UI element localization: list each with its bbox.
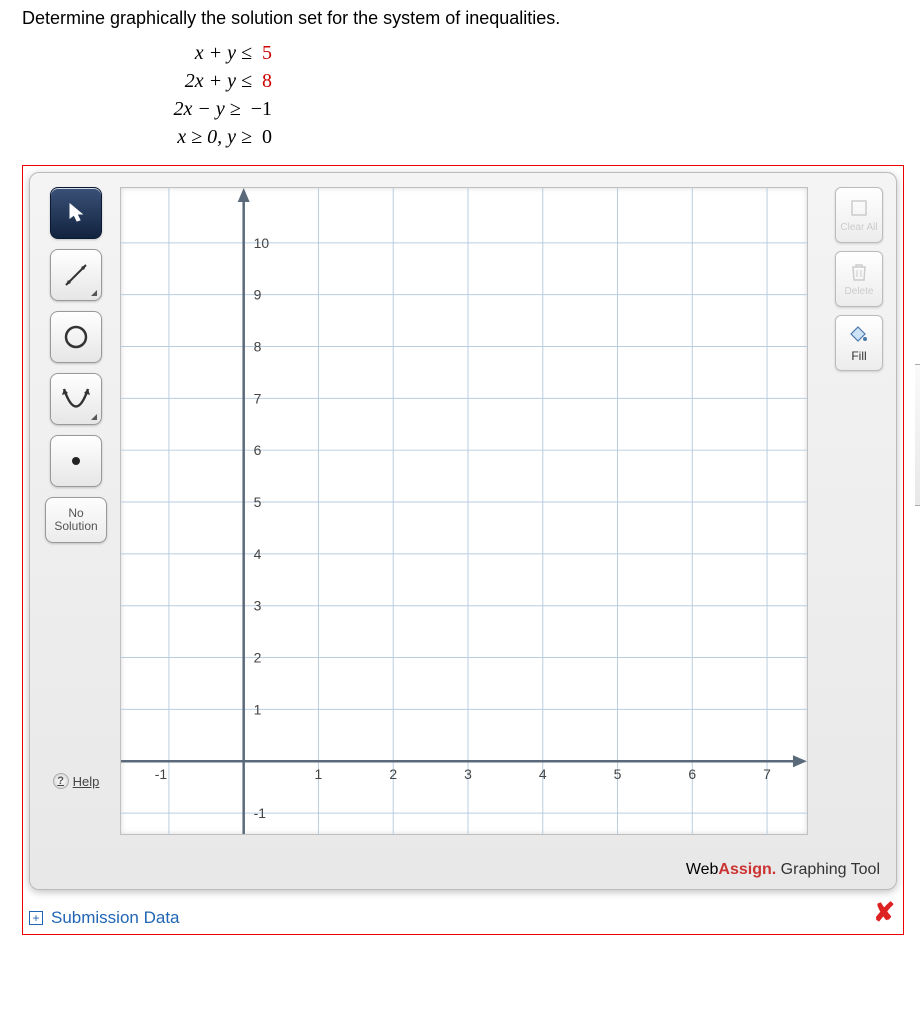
- svg-text:6: 6: [688, 766, 696, 782]
- right-toolbar: Clear All Delete Fill: [832, 187, 886, 371]
- clear-all-button[interactable]: Clear All: [835, 187, 883, 243]
- clear-all-icon: [848, 197, 870, 219]
- svg-text:1: 1: [254, 701, 262, 717]
- answer-box: No Solution ?Help -1 1234567 -: [22, 165, 904, 935]
- submission-data-toggle[interactable]: + Submission Data: [29, 908, 897, 928]
- graphing-tool-panel: No Solution ?Help -1 1234567 -: [29, 172, 897, 890]
- svg-text:8: 8: [254, 338, 262, 354]
- branding-label: WebAssign. Graphing Tool: [686, 861, 880, 879]
- pointer-tool-button[interactable]: [50, 187, 102, 239]
- circle-icon: [61, 322, 91, 352]
- svg-text:4: 4: [539, 766, 547, 782]
- svg-text:-1: -1: [155, 766, 168, 782]
- svg-text:7: 7: [763, 766, 771, 782]
- question-text: Determine graphically the solution set f…: [22, 8, 920, 29]
- trash-icon: [848, 261, 870, 283]
- svg-text:10: 10: [254, 235, 270, 251]
- left-toolbar: No Solution ?Help: [44, 187, 108, 789]
- svg-text:3: 3: [254, 598, 262, 614]
- svg-text:4: 4: [254, 546, 262, 562]
- svg-text:1: 1: [315, 766, 323, 782]
- svg-text:-1: -1: [254, 805, 267, 821]
- fill-icon: [848, 324, 870, 346]
- expand-icon: +: [29, 911, 43, 925]
- inequalities-list: x + y ≤5 2x + y ≤8 2x − y ≥−1 x ≥ 0, y ≥…: [102, 39, 920, 151]
- svg-text:2: 2: [389, 766, 397, 782]
- incorrect-icon: ✘: [873, 897, 895, 928]
- parabola-icon: [60, 384, 92, 414]
- line-icon: [61, 260, 91, 290]
- point-tool-button[interactable]: [50, 435, 102, 487]
- graph-canvas[interactable]: -1 1 2 3 4 5 6 7 -1 1 2 3 4 5 6 7 8 9 10: [120, 187, 808, 835]
- graph-layers-tab[interactable]: Gra A ca pr: [915, 364, 920, 506]
- svg-text:5: 5: [614, 766, 622, 782]
- line-tool-button[interactable]: [50, 249, 102, 301]
- fill-button[interactable]: Fill: [835, 315, 883, 371]
- help-link[interactable]: ?Help: [53, 773, 100, 789]
- svg-text:6: 6: [254, 442, 262, 458]
- no-solution-button[interactable]: No Solution: [45, 497, 107, 543]
- svg-text:5: 5: [254, 494, 262, 510]
- svg-text:9: 9: [254, 287, 262, 303]
- grid-svg: -1 1 2 3 4 5 6 7 -1 1 2 3 4 5 6 7 8 9 10: [121, 188, 807, 834]
- point-icon: [70, 455, 82, 467]
- circle-tool-button[interactable]: [50, 311, 102, 363]
- help-icon: ?: [53, 773, 69, 789]
- cursor-icon: [67, 203, 85, 223]
- svg-text:2: 2: [254, 650, 262, 666]
- svg-text:7: 7: [254, 390, 262, 406]
- parabola-tool-button[interactable]: [50, 373, 102, 425]
- svg-text:3: 3: [464, 766, 472, 782]
- delete-button[interactable]: Delete: [835, 251, 883, 307]
